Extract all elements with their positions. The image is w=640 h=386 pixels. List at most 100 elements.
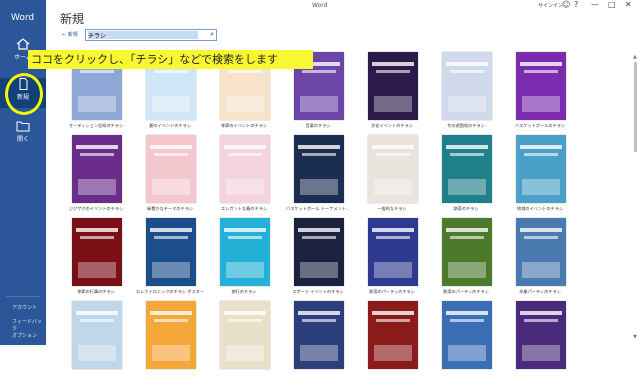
back-link[interactable]: ← 新規 xyxy=(62,31,78,38)
template-thumbnail[interactable] xyxy=(220,135,270,203)
template-card[interactable] xyxy=(504,301,576,386)
template-thumbnail[interactable] xyxy=(72,218,122,286)
scroll-down-icon[interactable]: ▼ xyxy=(633,334,637,340)
template-card[interactable]: バスケットボールのチラシ xyxy=(504,52,576,137)
smiley-icon[interactable]: ☺ xyxy=(562,0,570,9)
thumbnail-decoration xyxy=(76,145,118,149)
template-caption: バスケットボールのチラシ xyxy=(514,123,566,128)
template-thumbnail[interactable] xyxy=(516,301,566,369)
help-icon[interactable]: ? xyxy=(574,0,578,9)
thumbnail-decoration xyxy=(524,70,558,73)
sidebar-divider xyxy=(6,296,40,297)
template-card[interactable]: 一般的なチラシ xyxy=(356,135,428,220)
search-box[interactable]: ⌕ xyxy=(85,29,217,41)
nav-feedback[interactable]: フィードバック xyxy=(12,318,46,332)
scrollbar-thumb[interactable] xyxy=(634,62,637,152)
template-thumbnail[interactable] xyxy=(442,135,492,203)
template-card[interactable]: 季節の行事のチラシ xyxy=(60,218,132,303)
template-card[interactable]: エレガントな春のチラシ xyxy=(208,135,280,220)
page-title: 新規 xyxy=(60,12,85,26)
template-card[interactable]: 熱帯のチラシ xyxy=(430,135,502,220)
template-card[interactable]: 緑豊かなテーマのチラシ xyxy=(134,135,206,220)
search-input[interactable] xyxy=(88,31,198,39)
template-card[interactable]: 熱帯のパーティのチラシ xyxy=(356,218,428,303)
template-caption: 夏のイベントのチラシ xyxy=(149,123,191,128)
template-thumbnail[interactable] xyxy=(72,301,122,369)
template-thumbnail[interactable] xyxy=(220,301,270,369)
scrollbar[interactable]: ▲ ▼ xyxy=(633,54,638,340)
thumbnail-decoration xyxy=(374,262,412,278)
template-thumbnail[interactable] xyxy=(516,218,566,286)
thumbnail-decoration xyxy=(372,228,414,232)
template-thumbnail[interactable] xyxy=(516,52,566,120)
search-icon[interactable]: ⌕ xyxy=(210,30,214,39)
template-caption: 音楽のチラシ xyxy=(305,123,331,128)
template-card[interactable] xyxy=(134,301,206,386)
template-card[interactable]: エレクトロニックのチラシ ポスター xyxy=(134,218,206,303)
thumbnail-decoration xyxy=(78,262,116,278)
thumbnail-decoration xyxy=(150,145,192,149)
thumbnail-decoration xyxy=(298,228,340,232)
thumbnail-decoration xyxy=(76,228,118,232)
template-card[interactable] xyxy=(430,301,502,386)
thumbnail-decoration xyxy=(152,96,190,112)
template-thumbnail[interactable] xyxy=(442,218,492,286)
thumbnail-decoration xyxy=(228,153,262,156)
nav-options[interactable]: オプション xyxy=(12,332,37,339)
template-card[interactable] xyxy=(356,301,428,386)
thumbnail-decoration xyxy=(298,311,340,315)
template-thumbnail[interactable] xyxy=(368,218,418,286)
template-card[interactable]: 卒業パーティのチラシ xyxy=(504,218,576,303)
template-thumbnail[interactable] xyxy=(146,135,196,203)
template-card[interactable]: 冬の遊園地のチラシ xyxy=(430,52,502,137)
thumbnail-decoration xyxy=(302,153,336,156)
template-thumbnail[interactable] xyxy=(442,301,492,369)
template-thumbnail[interactable] xyxy=(72,135,122,203)
template-caption: 卒業パーティのチラシ xyxy=(519,289,561,294)
template-caption: エレクトロニックのチラシ ポスター xyxy=(135,289,205,294)
thumbnail-decoration xyxy=(446,311,488,315)
template-card[interactable]: バスケットボール トーナメント... xyxy=(282,135,354,220)
template-card[interactable]: 文化イベントのチラシ xyxy=(356,52,428,137)
template-card[interactable]: 旅行のチラシ xyxy=(208,218,280,303)
close-button[interactable]: ✕ xyxy=(625,0,632,9)
thumbnail-decoration xyxy=(78,96,116,112)
template-card[interactable]: 熱帯のパーティのチラシ xyxy=(430,218,502,303)
app-title: Word xyxy=(11,13,35,23)
template-thumbnail[interactable] xyxy=(294,301,344,369)
template-thumbnail[interactable] xyxy=(368,52,418,120)
thumbnail-decoration xyxy=(376,70,410,73)
template-caption: ジグザグのイベントのチラシ xyxy=(68,206,124,211)
minimize-button[interactable]: — xyxy=(591,0,599,9)
template-thumbnail[interactable] xyxy=(146,301,196,369)
template-caption: バスケットボール トーナメント... xyxy=(286,206,350,211)
thumbnail-decoration xyxy=(450,70,484,73)
template-thumbnail[interactable] xyxy=(368,301,418,369)
thumbnail-decoration xyxy=(154,236,188,239)
template-thumbnail[interactable] xyxy=(220,218,270,286)
signin-link[interactable]: サインイン xyxy=(538,2,563,9)
template-card[interactable] xyxy=(208,301,280,386)
template-card[interactable]: 地域のイベントのチラシ xyxy=(504,135,576,220)
template-thumbnail[interactable] xyxy=(368,135,418,203)
nav-account[interactable]: アカウント xyxy=(12,304,37,311)
nav-open[interactable]: 開く xyxy=(0,120,46,150)
thumbnail-decoration xyxy=(520,228,562,232)
template-thumbnail[interactable] xyxy=(442,52,492,120)
thumbnail-decoration xyxy=(80,70,114,73)
maximize-button[interactable]: □ xyxy=(608,0,616,9)
template-thumbnail[interactable] xyxy=(294,135,344,203)
template-thumbnail[interactable] xyxy=(516,135,566,203)
thumbnail-decoration xyxy=(154,70,188,73)
template-card[interactable] xyxy=(60,301,132,386)
template-card[interactable]: スポーツ イベントのチラシ xyxy=(282,218,354,303)
template-card[interactable] xyxy=(282,301,354,386)
template-card[interactable]: ジグザグのイベントのチラシ xyxy=(60,135,132,220)
thumbnail-decoration xyxy=(450,319,484,322)
template-thumbnail[interactable] xyxy=(146,218,196,286)
scroll-up-icon[interactable]: ▲ xyxy=(633,54,637,60)
template-thumbnail[interactable] xyxy=(294,218,344,286)
thumbnail-decoration xyxy=(302,236,336,239)
thumbnail-decoration xyxy=(150,228,192,232)
thumbnail-decoration xyxy=(224,228,266,232)
